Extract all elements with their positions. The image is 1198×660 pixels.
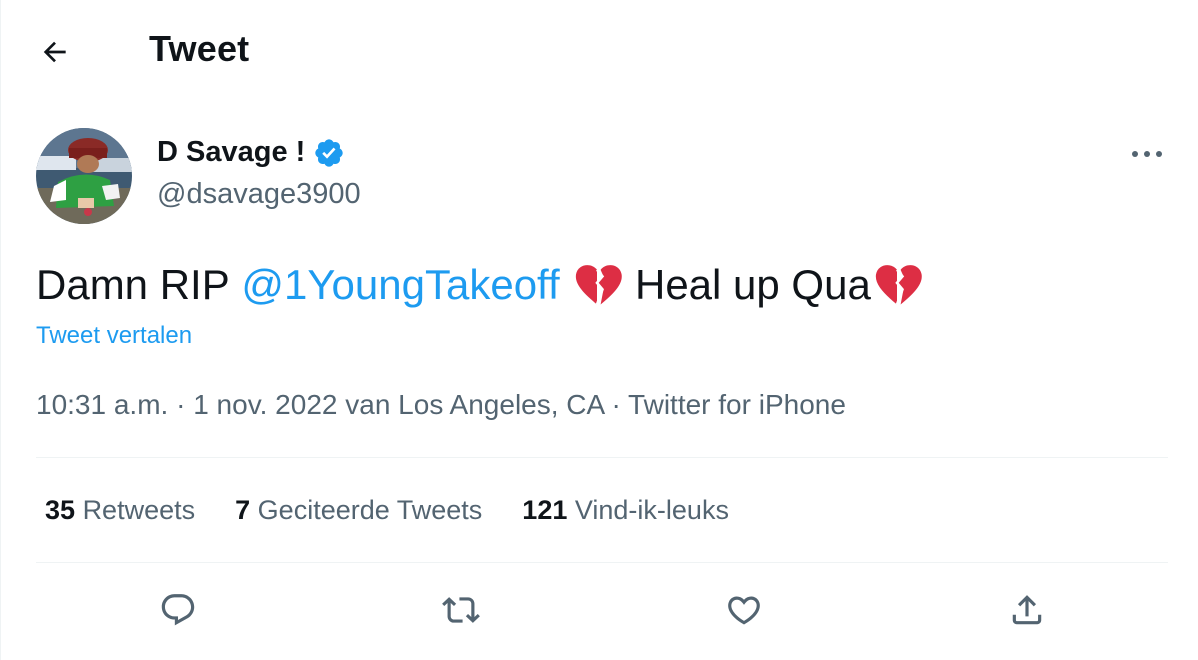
back-button[interactable] xyxy=(35,32,75,72)
verified-badge-icon xyxy=(315,138,343,167)
likes-label: Vind-ik-leuks xyxy=(574,495,729,525)
meta-separator: · xyxy=(176,389,186,420)
like-button[interactable] xyxy=(722,588,766,632)
quote-tweets-stat[interactable]: 7 Geciteerde Tweets xyxy=(235,495,482,526)
retweet-icon xyxy=(442,597,480,623)
share-icon xyxy=(1012,595,1042,625)
quotes-label: Geciteerde Tweets xyxy=(257,495,483,525)
retweets-count: 35 xyxy=(45,495,76,525)
more-horizontal-icon xyxy=(1132,151,1162,157)
meta-separator: · xyxy=(611,389,621,420)
tweet-text-end: Heal up Qua xyxy=(634,261,871,308)
reply-button[interactable] xyxy=(156,588,200,632)
tweet-date[interactable]: 1 nov. 2022 xyxy=(193,389,337,420)
translate-tweet-link[interactable]: Tweet vertalen xyxy=(36,322,192,350)
tweet-text: Damn RIP @1YoungTakeoff Heal up Qua xyxy=(36,258,923,312)
tweet-stats: 35 Retweets 7 Geciteerde Tweets 121 Vind… xyxy=(45,495,769,526)
likes-stat[interactable]: 121 Vind-ik-leuks xyxy=(522,495,729,526)
avatar-image xyxy=(36,128,132,224)
more-options-button[interactable] xyxy=(1127,138,1167,170)
broken-heart-icon xyxy=(875,265,922,305)
user-handle[interactable]: @dsavage3900 xyxy=(157,178,361,211)
share-button[interactable] xyxy=(1005,588,1049,632)
retweets-label: Retweets xyxy=(82,495,196,525)
page-title: Tweet xyxy=(149,28,250,69)
tweet-source[interactable]: Twitter for iPhone xyxy=(628,389,846,420)
mention-link[interactable]: @1YoungTakeoff xyxy=(241,258,559,312)
divider xyxy=(36,457,1168,458)
author-name-row[interactable]: D Savage ! xyxy=(157,136,345,169)
arrow-left-icon xyxy=(43,41,66,63)
retweets-stat[interactable]: 35 Retweets xyxy=(45,495,195,526)
broken-heart-icon xyxy=(576,265,623,305)
reply-icon xyxy=(161,594,195,626)
avatar[interactable] xyxy=(36,128,132,224)
retweet-button[interactable] xyxy=(439,588,483,632)
like-icon xyxy=(728,596,760,625)
tweet-time[interactable]: 10:31 a.m. xyxy=(36,389,168,420)
tweet-location: van Los Angeles, CA xyxy=(345,389,604,420)
quotes-count: 7 xyxy=(235,495,251,525)
tweet-detail-page: Tweet D Savage ! @dsavage3900 Damn RIP @… xyxy=(0,0,1198,660)
divider xyxy=(36,562,1168,563)
tweet-text-start: Damn RIP xyxy=(36,261,230,308)
tweet-metadata: 10:31 a.m. · 1 nov. 2022 van Los Angeles… xyxy=(36,389,846,421)
display-name: D Savage ! xyxy=(157,136,306,168)
page-header: Tweet xyxy=(1,0,1198,104)
likes-count: 121 xyxy=(522,495,568,525)
